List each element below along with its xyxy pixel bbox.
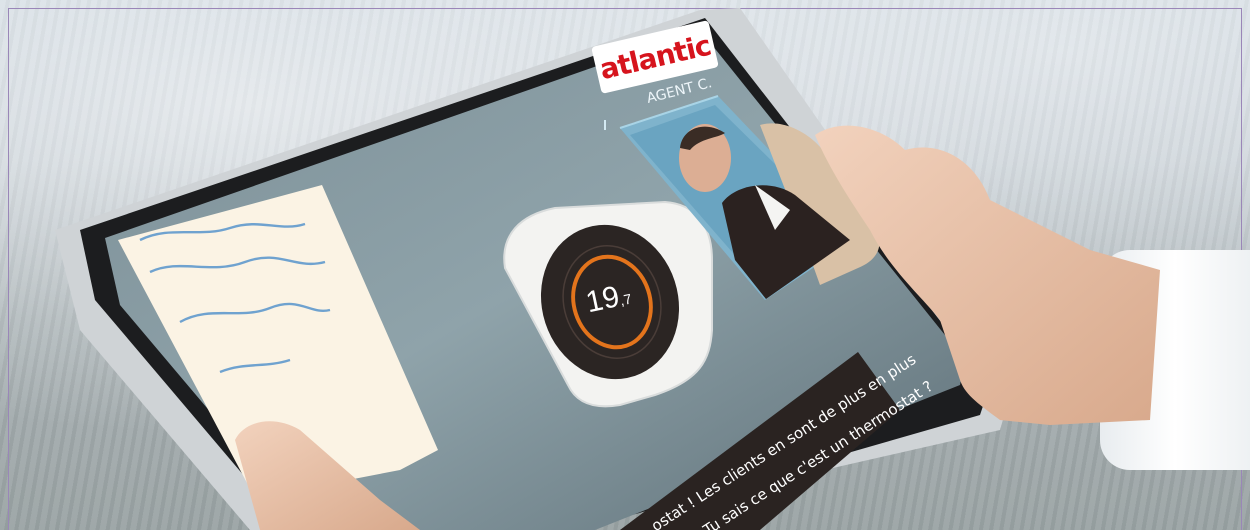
- temperature-value: 19: [582, 280, 623, 320]
- photo-scene: atlantic AGENT C. 19,7 ostat ! Les clien…: [0, 0, 1250, 530]
